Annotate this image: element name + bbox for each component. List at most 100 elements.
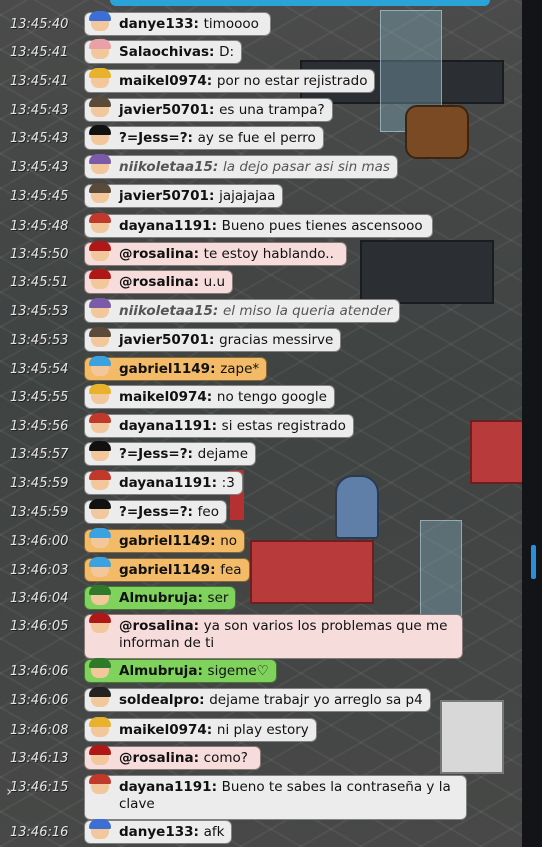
chat-bubble[interactable]: gabriel1149: zape* bbox=[84, 356, 268, 382]
user-avatar-icon[interactable] bbox=[85, 213, 115, 239]
user-avatar-icon[interactable] bbox=[85, 658, 115, 684]
chat-bubble[interactable]: @rosalina: ya son varios los problemas q… bbox=[84, 613, 463, 659]
scrollbar-track[interactable] bbox=[522, 0, 542, 847]
message-username[interactable]: Salaochivas bbox=[119, 44, 209, 60]
message-username[interactable]: ?=Jess=? bbox=[119, 504, 188, 520]
username-separator: : bbox=[210, 361, 221, 377]
user-avatar-icon[interactable] bbox=[85, 774, 115, 800]
chat-bubble[interactable]: gabriel1149: no bbox=[84, 528, 246, 554]
user-avatar-icon[interactable] bbox=[85, 745, 115, 771]
message-username[interactable]: gabriel1149 bbox=[119, 562, 210, 578]
chat-bubble[interactable]: niikoletaa15: el miso la queria atender bbox=[84, 298, 401, 324]
message-username[interactable]: maikel0974 bbox=[119, 722, 207, 738]
chat-bubble[interactable]: Almubruja: sigeme♡ bbox=[84, 658, 277, 684]
chat-bubble[interactable]: javier50701: es una trampa? bbox=[84, 97, 333, 123]
message-text: ni play estory bbox=[216, 722, 309, 738]
user-avatar-icon[interactable] bbox=[85, 39, 115, 65]
message-text: como? bbox=[203, 750, 248, 766]
chat-bubble[interactable]: gabriel1149: fea bbox=[84, 557, 250, 583]
user-avatar-icon[interactable] bbox=[85, 470, 115, 496]
user-avatar-icon[interactable] bbox=[85, 11, 115, 37]
chat-bubble[interactable]: ?=Jess=?: ay se fue el perro bbox=[84, 125, 324, 151]
chat-bubble[interactable]: dayana1191: :3 bbox=[84, 470, 243, 496]
user-avatar-icon[interactable] bbox=[85, 241, 115, 267]
message-username[interactable]: Almubruja bbox=[119, 663, 197, 679]
username-separator: : bbox=[211, 218, 222, 234]
user-avatar-icon[interactable] bbox=[85, 384, 115, 410]
message-text: zape* bbox=[220, 361, 260, 377]
scrollbar-thumb[interactable] bbox=[531, 545, 536, 579]
message-username[interactable]: niikoletaa15 bbox=[119, 303, 213, 319]
room-desk bbox=[360, 240, 494, 304]
message-username[interactable]: dayana1191 bbox=[119, 218, 212, 234]
message-timestamp: 13:45:43 bbox=[10, 103, 69, 118]
chat-bubble[interactable]: javier50701: gracias messirve bbox=[84, 327, 342, 353]
chat-bubble[interactable]: maikel0974: por no estar rejistrado bbox=[84, 68, 376, 94]
chat-bubble[interactable]: ?=Jess=?: feo bbox=[84, 499, 227, 525]
user-avatar-icon[interactable] bbox=[85, 298, 115, 324]
user-avatar-icon[interactable] bbox=[85, 613, 115, 639]
message-username[interactable]: javier50701 bbox=[119, 188, 209, 204]
message-username[interactable]: @rosalina bbox=[119, 246, 194, 262]
message-username[interactable]: ?=Jess=? bbox=[119, 130, 188, 146]
chat-bubble[interactable]: javier50701: jajajajaa bbox=[84, 183, 284, 209]
user-avatar-icon[interactable] bbox=[85, 687, 115, 713]
chat-bubble[interactable]: Salaochivas: D: bbox=[84, 39, 243, 65]
user-avatar-icon[interactable] bbox=[85, 356, 115, 382]
message-username[interactable]: javier50701 bbox=[119, 102, 209, 118]
chat-bubble[interactable]: dayana1191: Bueno te sabes la contraseña… bbox=[84, 774, 467, 820]
chat-bubble[interactable]: dayana1191: Bueno pues tienes ascensooo bbox=[84, 213, 433, 239]
chat-bubble[interactable]: Almubruja: ser bbox=[84, 585, 237, 611]
message-text: por no estar rejistrado bbox=[216, 73, 368, 89]
user-avatar-icon[interactable] bbox=[85, 585, 115, 611]
chat-bubble[interactable]: ?=Jess=?: dejame bbox=[84, 441, 257, 467]
user-avatar-icon[interactable] bbox=[85, 557, 115, 583]
user-avatar-icon[interactable] bbox=[85, 819, 115, 845]
message-username[interactable]: gabriel1149 bbox=[119, 361, 210, 377]
message-username[interactable]: @rosalina bbox=[119, 618, 194, 634]
user-avatar-icon[interactable] bbox=[85, 499, 115, 525]
user-avatar-icon[interactable] bbox=[85, 528, 115, 554]
message-username[interactable]: maikel0974 bbox=[119, 389, 207, 405]
chat-bubble[interactable]: danye133: afk bbox=[84, 819, 233, 845]
chat-bubble[interactable]: dayana1191: si estas registrado bbox=[84, 413, 354, 439]
user-avatar-icon[interactable] bbox=[85, 717, 115, 743]
message-username[interactable]: @rosalina bbox=[119, 274, 194, 290]
chat-bubble[interactable]: @rosalina: como? bbox=[84, 745, 261, 771]
user-avatar-icon[interactable] bbox=[85, 327, 115, 353]
room-barrel bbox=[405, 105, 469, 159]
message-username[interactable]: dayana1191 bbox=[119, 475, 212, 491]
message-username[interactable]: @rosalina bbox=[119, 750, 194, 766]
message-username[interactable]: gabriel1149 bbox=[119, 533, 210, 549]
user-avatar-icon[interactable] bbox=[85, 413, 115, 439]
message-username[interactable]: javier50701 bbox=[119, 332, 209, 348]
message-text: ay se fue el perro bbox=[197, 130, 316, 146]
user-avatar-icon[interactable] bbox=[85, 441, 115, 467]
message-timestamp: 13:46:06 bbox=[10, 693, 69, 708]
chat-bubble[interactable]: maikel0974: ni play estory bbox=[84, 717, 317, 743]
message-username[interactable]: ?=Jess=? bbox=[119, 446, 188, 462]
user-avatar-icon[interactable] bbox=[85, 68, 115, 94]
user-avatar-icon[interactable] bbox=[85, 269, 115, 295]
chat-bubble[interactable]: maikel0974: no tengo google bbox=[84, 384, 335, 410]
chat-bubble[interactable]: @rosalina: te estoy hablando.. bbox=[84, 241, 347, 267]
user-avatar-icon[interactable] bbox=[85, 183, 115, 209]
message-username[interactable]: dayana1191 bbox=[119, 418, 212, 434]
user-avatar-icon[interactable] bbox=[85, 97, 115, 123]
message-username[interactable]: maikel0974 bbox=[119, 73, 207, 89]
chat-bubble[interactable]: soldealpro: dejame trabajr yo arreglo sa… bbox=[84, 687, 431, 713]
room-red-mat-2 bbox=[470, 420, 526, 484]
message-username[interactable]: niikoletaa15 bbox=[119, 159, 213, 175]
chat-bubble[interactable]: @rosalina: u.u bbox=[84, 269, 234, 295]
message-username[interactable]: dayana1191 bbox=[119, 779, 212, 795]
chevron-right-icon[interactable]: › bbox=[2, 783, 16, 801]
message-username[interactable]: danye133 bbox=[119, 824, 194, 840]
message-timestamp: 13:46:05 bbox=[10, 619, 69, 634]
message-username[interactable]: Almubruja bbox=[119, 590, 197, 606]
message-username[interactable]: danye133 bbox=[119, 16, 194, 32]
chat-bubble[interactable]: niikoletaa15: la dejo pasar asi sin mas bbox=[84, 154, 398, 180]
user-avatar-icon[interactable] bbox=[85, 154, 115, 180]
chat-bubble[interactable]: danye133: timoooo bbox=[84, 11, 271, 37]
user-avatar-icon[interactable] bbox=[85, 125, 115, 151]
message-username[interactable]: soldealpro bbox=[119, 692, 199, 708]
